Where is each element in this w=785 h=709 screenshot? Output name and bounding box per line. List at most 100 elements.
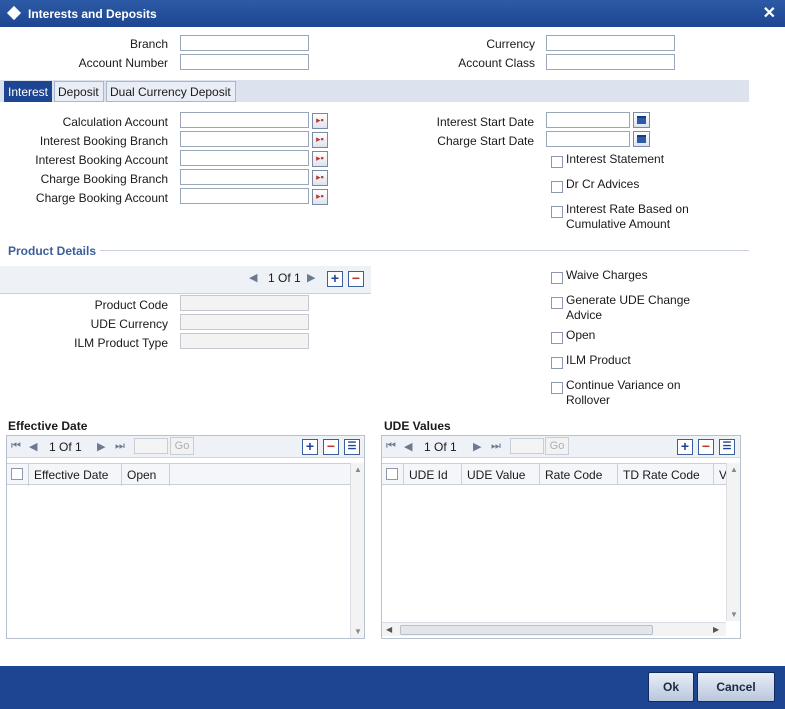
vertical-scrollbar[interactable]: ▲ ▼	[350, 463, 364, 638]
horizontal-scrollbar[interactable]: ◀ ▶	[382, 622, 726, 636]
generate-ude-label-line2: Advice	[566, 308, 603, 322]
go-button[interactable]: Go	[170, 437, 194, 455]
page-number-input[interactable]	[510, 438, 544, 454]
last-page-icon[interactable]: ⏭	[491, 440, 501, 453]
ude-currency-label: UDE Currency	[90, 317, 168, 331]
waive-charges-checkbox[interactable]	[551, 272, 563, 284]
dr-cr-advices-checkbox[interactable]	[551, 181, 563, 193]
delete-row-button[interactable]: −	[323, 439, 339, 455]
charge-booking-branch-field[interactable]	[180, 169, 309, 185]
interest-rate-cumulative-label-line1: Interest Rate Based on	[566, 202, 689, 216]
scroll-down-icon[interactable]: ▼	[730, 610, 738, 619]
grid-header: UDE Id UDE Value Rate Code TD Rate Code …	[382, 463, 726, 485]
scroll-up-icon[interactable]: ▲	[354, 465, 362, 474]
select-all-column	[382, 464, 404, 484]
open-checkbox[interactable]	[551, 332, 563, 344]
calculation-account-field[interactable]	[180, 112, 309, 128]
add-row-button[interactable]: +	[302, 439, 318, 455]
first-page-icon[interactable]: ⏮	[11, 440, 21, 453]
horizontal-scroll-thumb[interactable]	[400, 625, 653, 635]
add-row-button[interactable]: +	[327, 271, 343, 287]
single-view-icon[interactable]: ☰	[719, 439, 735, 455]
previous-page-icon[interactable]: ◀	[404, 440, 412, 453]
column-ude-id[interactable]: UDE Id	[404, 464, 462, 484]
column-ude-value[interactable]: UDE Value	[462, 464, 540, 484]
next-page-icon[interactable]: ▶	[97, 440, 105, 453]
page-number-input[interactable]	[134, 438, 168, 454]
charge-booking-account-field[interactable]	[180, 188, 309, 204]
ude-values-grid: ⏮ ◀ 1 Of 1 ▶ ⏭ Go + − ☰ UDE Id UDE Value…	[381, 435, 741, 639]
scroll-down-icon[interactable]: ▼	[354, 627, 362, 636]
close-icon[interactable]: ✕	[763, 3, 776, 23]
delete-row-button[interactable]: −	[348, 271, 364, 287]
currency-field[interactable]	[546, 35, 675, 51]
branch-label: Branch	[129, 37, 168, 51]
last-page-icon[interactable]: ⏭	[115, 440, 125, 453]
column-td-rate-code[interactable]: TD Rate Code	[618, 464, 714, 484]
charge-start-date-field[interactable]	[546, 131, 630, 147]
cancel-button[interactable]: Cancel	[697, 672, 775, 702]
section-divider	[100, 250, 749, 251]
column-v[interactable]: V	[714, 464, 726, 484]
next-page-icon[interactable]: ▶	[307, 271, 315, 284]
ok-button[interactable]: Ok	[648, 672, 694, 702]
interest-booking-branch-field[interactable]	[180, 131, 309, 147]
account-number-field[interactable]	[180, 54, 309, 70]
window-title: Interests and Deposits	[28, 7, 157, 21]
delete-row-button[interactable]: −	[698, 439, 714, 455]
tab-deposit[interactable]: Deposit	[54, 81, 104, 102]
go-button[interactable]: Go	[545, 437, 569, 455]
add-row-button[interactable]: +	[677, 439, 693, 455]
tab-dual-currency-deposit[interactable]: Dual Currency Deposit	[106, 81, 236, 102]
footer-bar: Ok Cancel	[0, 666, 785, 709]
interest-statement-label: Interest Statement	[566, 152, 665, 166]
currency-label: Currency	[486, 37, 535, 51]
previous-page-icon[interactable]: ◀	[249, 271, 257, 284]
scroll-up-icon[interactable]: ▲	[730, 465, 738, 474]
generate-ude-change-advice-checkbox[interactable]	[551, 297, 563, 309]
scroll-left-icon[interactable]: ◀	[386, 625, 392, 634]
window-title-bar: Interests and Deposits ✕	[0, 0, 785, 27]
interest-rate-cumulative-label-line2: Cumulative Amount	[566, 217, 671, 231]
grid-toolbar: ⏮ ◀ 1 Of 1 ▶ ⏭ Go + − ☰	[382, 436, 740, 458]
lov-icon[interactable]: ▸▪	[312, 189, 328, 205]
column-rate-code[interactable]: Rate Code	[540, 464, 618, 484]
interest-statement-checkbox[interactable]	[551, 156, 563, 168]
select-all-column	[7, 464, 29, 486]
single-view-icon[interactable]: ☰	[344, 439, 360, 455]
effective-date-pager: 1 Of 1	[49, 440, 82, 454]
charge-booking-account-label: Charge Booking Account	[35, 191, 168, 205]
lov-icon[interactable]: ▸▪	[312, 113, 328, 129]
effective-date-grid: ⏮ ◀ 1 Of 1 ▶ ⏭ Go + − ☰ Effective Date O…	[6, 435, 365, 639]
account-class-field[interactable]	[546, 54, 675, 70]
interest-start-date-field[interactable]	[546, 112, 630, 128]
lov-icon[interactable]: ▸▪	[312, 132, 328, 148]
ilm-product-checkbox[interactable]	[551, 357, 563, 369]
product-details-pager: 1 Of 1	[268, 271, 301, 285]
charge-start-date-label: Charge Start Date	[437, 134, 534, 148]
calendar-icon[interactable]	[633, 131, 650, 147]
ilm-product-type-field	[180, 333, 309, 349]
column-effective-date[interactable]: Effective Date	[29, 464, 122, 486]
select-all-checkbox[interactable]	[386, 468, 398, 480]
continue-variance-checkbox[interactable]	[551, 382, 563, 394]
interest-rate-cumulative-checkbox[interactable]	[551, 206, 563, 218]
next-page-icon[interactable]: ▶	[473, 440, 481, 453]
vertical-scrollbar[interactable]: ▲ ▼	[726, 463, 740, 621]
tab-interest[interactable]: Interest	[4, 81, 52, 102]
ilm-product-label: ILM Product	[566, 353, 631, 367]
previous-page-icon[interactable]: ◀	[29, 440, 37, 453]
branch-field[interactable]	[180, 35, 309, 51]
scroll-right-icon[interactable]: ▶	[713, 625, 719, 634]
interest-start-date-label: Interest Start Date	[436, 115, 534, 129]
first-page-icon[interactable]: ⏮	[386, 440, 396, 453]
calendar-icon[interactable]	[633, 112, 650, 128]
column-open[interactable]: Open	[122, 464, 170, 486]
lov-icon[interactable]: ▸▪	[312, 151, 328, 167]
interest-booking-account-field[interactable]	[180, 150, 309, 166]
select-all-checkbox[interactable]	[11, 468, 23, 480]
product-code-field	[180, 295, 309, 311]
lov-icon[interactable]: ▸▪	[312, 170, 328, 186]
ude-currency-field	[180, 314, 309, 330]
open-label: Open	[566, 328, 596, 342]
